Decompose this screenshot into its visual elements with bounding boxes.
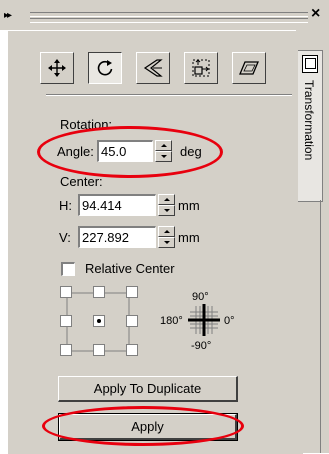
toolbar-divider [46, 94, 292, 96]
divider [320, 200, 321, 453]
angle-up-arrow-icon[interactable] [155, 140, 172, 151]
angle-stepper[interactable] [155, 140, 172, 162]
anchor-bottom-right[interactable] [126, 344, 138, 356]
close-icon[interactable]: × [311, 5, 320, 23]
docker-tab-icon [302, 55, 318, 73]
angle-label: Angle: [57, 144, 94, 159]
anchor-bottom-center[interactable] [93, 344, 105, 356]
center-h-input[interactable] [78, 194, 156, 216]
anchor-top-right[interactable] [126, 286, 138, 298]
docker-grip-icon[interactable]: ▸▸ [4, 10, 12, 21]
anchor-middle-right[interactable] [126, 315, 138, 327]
center-v-input[interactable] [78, 226, 156, 248]
center-v-label: V: [59, 230, 71, 245]
relative-center-checkbox[interactable] [61, 262, 75, 276]
apply-button[interactable]: Apply [58, 413, 238, 441]
size-icon [192, 59, 210, 77]
rotation-section-label: Rotation: [60, 117, 113, 132]
anchor-top-left[interactable] [60, 286, 72, 298]
compass-label-left: 180° [160, 315, 183, 327]
tab-transformation-label: Transformation [302, 80, 316, 161]
center-v-down-arrow-icon[interactable] [158, 237, 175, 248]
center-v-up-arrow-icon[interactable] [158, 226, 175, 237]
anchor-middle-left[interactable] [60, 315, 72, 327]
scale-mirror-icon [143, 59, 163, 77]
relative-center-label: Relative Center [85, 261, 175, 276]
center-h-unit-label: mm [178, 198, 200, 213]
center-v-unit-label: mm [178, 230, 200, 245]
compass-label-bottom: -90° [191, 340, 212, 352]
center-h-down-arrow-icon[interactable] [158, 205, 175, 216]
grip-line [30, 18, 308, 23]
tool-skew-button[interactable] [232, 52, 266, 84]
compass-label-right: 0° [224, 315, 235, 327]
position-arrows-icon [48, 59, 66, 77]
tool-position-button[interactable] [40, 52, 74, 84]
tool-scale-button[interactable] [136, 52, 170, 84]
apply-to-duplicate-button[interactable]: Apply To Duplicate [58, 376, 238, 402]
anchor-center[interactable] [93, 315, 105, 327]
center-h-up-arrow-icon[interactable] [158, 194, 175, 205]
anchor-top-center[interactable] [93, 286, 105, 298]
center-v-stepper[interactable] [158, 226, 175, 248]
compass-icon [188, 304, 220, 336]
center-h-label: H: [59, 198, 72, 213]
grip-line [30, 12, 308, 17]
angle-unit-label: deg [180, 144, 202, 159]
skew-icon [239, 61, 259, 75]
center-section-label: Center: [60, 174, 103, 189]
angle-input[interactable] [97, 140, 153, 162]
tool-size-button[interactable] [184, 52, 218, 84]
anchor-bottom-left[interactable] [60, 344, 72, 356]
center-h-stepper[interactable] [158, 194, 175, 216]
angle-down-arrow-icon[interactable] [155, 151, 172, 162]
tool-rotate-button[interactable] [88, 52, 122, 84]
rotate-icon [97, 60, 113, 76]
anchor-grid [60, 286, 144, 358]
